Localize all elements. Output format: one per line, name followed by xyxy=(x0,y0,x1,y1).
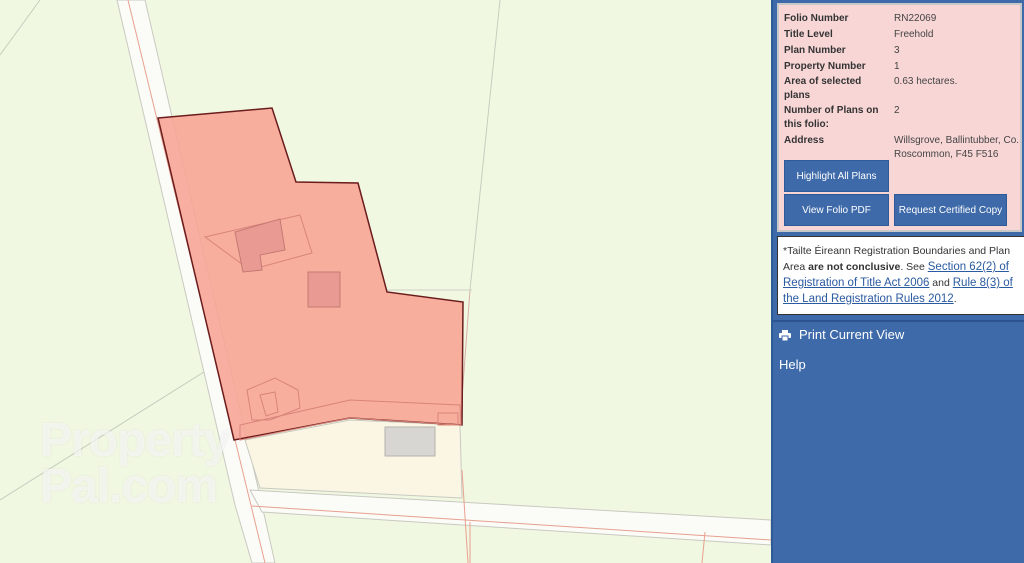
print-current-view-button[interactable]: Print Current View xyxy=(779,327,904,342)
info-value: 0.63 hectares. xyxy=(894,76,958,87)
info-label: Area of selected plans xyxy=(784,76,862,101)
notice-bold-text: are not conclusive xyxy=(808,261,901,273)
printer-icon xyxy=(779,329,791,342)
panel-divider xyxy=(773,320,1024,322)
watermark-logo: Property Pal.com xyxy=(40,414,230,513)
notice-text: and xyxy=(929,277,953,289)
map-view[interactable]: Property Pal.com xyxy=(0,0,771,563)
info-label: Folio Number xyxy=(784,13,849,24)
help-menu-item[interactable]: Help xyxy=(779,357,806,372)
notice-text: . See xyxy=(900,261,928,273)
info-value: Freehold xyxy=(894,29,934,40)
watermark-line-1: Property xyxy=(40,414,230,467)
folio-info-box: Folio Number RN22069 Title Level Freehol… xyxy=(777,3,1022,232)
request-certified-copy-button[interactable]: Request Certified Copy xyxy=(894,194,1007,226)
info-value: 3 xyxy=(894,45,900,56)
info-value: 2 xyxy=(894,105,900,116)
print-current-view-label: Print Current View xyxy=(799,327,905,342)
info-label: Property Number xyxy=(784,61,866,72)
side-panel: Folio Number RN22069 Title Level Freehol… xyxy=(771,0,1024,563)
info-label: Title Level xyxy=(784,29,833,40)
notice-text: . xyxy=(953,293,957,305)
info-label: Address xyxy=(784,135,825,146)
info-label: Plan Number xyxy=(784,45,846,56)
info-value: Willsgrove, Ballintubber, Co. Roscommon,… xyxy=(894,135,1020,160)
registration-notice: *Tailte Éireann Registration Boundaries … xyxy=(777,236,1024,315)
info-label: Number of Plans on this folio: xyxy=(784,105,879,130)
view-folio-pdf-button[interactable]: View Folio PDF xyxy=(784,194,889,226)
highlight-all-plans-button[interactable]: Highlight All Plans xyxy=(784,160,889,192)
info-value: 1 xyxy=(894,61,900,72)
info-value: RN22069 xyxy=(894,13,937,24)
watermark-line-2: Pal.com xyxy=(40,460,218,513)
